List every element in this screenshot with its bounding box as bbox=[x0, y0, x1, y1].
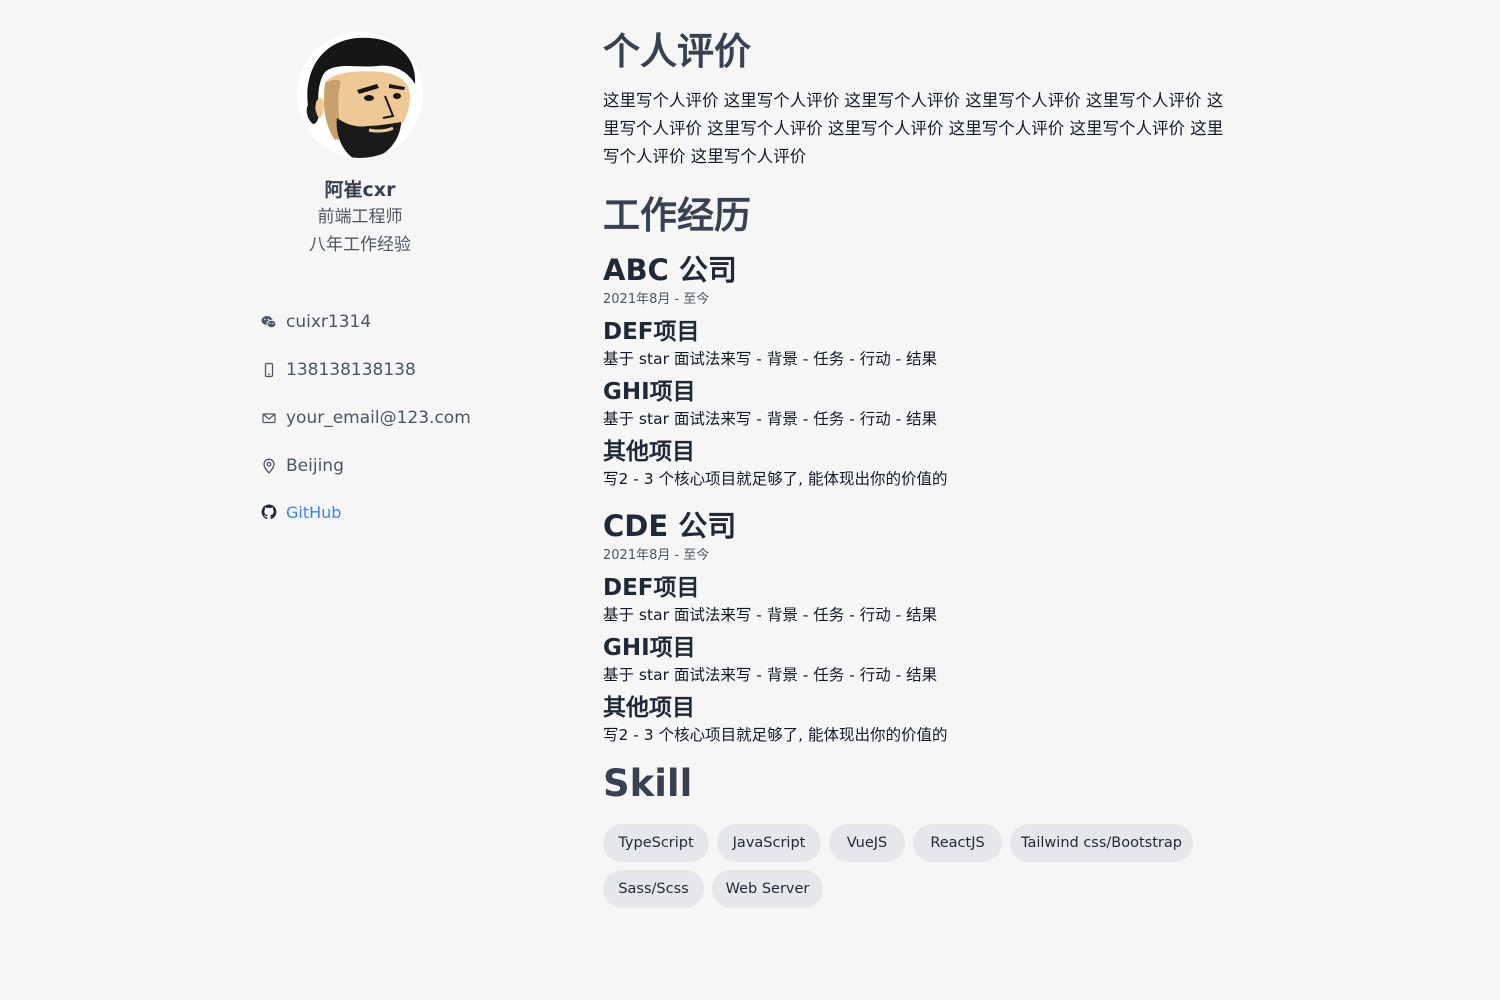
wechat-icon bbox=[261, 314, 277, 330]
skill-tag: Web Server bbox=[712, 870, 823, 908]
project-description: 写2 - 3 个核心项目就足够了, 能体现出你的价值的 bbox=[603, 470, 948, 488]
skill-tag: VueJS bbox=[829, 824, 905, 862]
skill-tag: JavaScript bbox=[717, 824, 821, 862]
profile-role: 前端工程师 bbox=[317, 207, 403, 227]
contact-wechat: cuixr1314 bbox=[261, 310, 371, 334]
project-title: DEF项目 bbox=[603, 319, 700, 345]
project-description: 写2 - 3 个核心项目就足够了, 能体现出你的价值的 bbox=[603, 726, 948, 744]
map-pin-icon bbox=[261, 458, 277, 474]
resume-page: 阿崔cxr 前端工程师 八年工作经验 cuixr1314 13813813813… bbox=[0, 0, 1500, 1000]
project-title: GHI项目 bbox=[603, 635, 696, 661]
company-period: 2021年8月 - 至今 bbox=[603, 548, 710, 563]
project-description: 基于 star 面试法来写 - 背景 - 任务 - 行动 - 结果 bbox=[603, 666, 938, 684]
profile-experience: 八年工作经验 bbox=[309, 235, 411, 255]
project-title: GHI项目 bbox=[603, 379, 696, 405]
contact-github: GitHub bbox=[261, 500, 341, 524]
github-link[interactable]: GitHub bbox=[286, 503, 341, 522]
contact-phone: 138138138138 bbox=[261, 358, 416, 382]
phone-number: 138138138138 bbox=[286, 360, 416, 380]
company-name: CDE 公司 bbox=[603, 509, 737, 543]
company-name: ABC 公司 bbox=[603, 253, 737, 287]
project-description: 基于 star 面试法来写 - 背景 - 任务 - 行动 - 结果 bbox=[603, 350, 938, 368]
skill-tag: TypeScript bbox=[603, 824, 709, 862]
github-icon bbox=[261, 504, 277, 520]
project-description: 基于 star 面试法来写 - 背景 - 任务 - 行动 - 结果 bbox=[603, 410, 938, 428]
project-title: 其他项目 bbox=[603, 695, 695, 721]
mail-icon bbox=[261, 410, 277, 426]
experience-heading: 工作经历 bbox=[603, 194, 751, 237]
skill-tag: Sass/Scss bbox=[603, 870, 704, 908]
contact-location: Beijing bbox=[261, 454, 344, 478]
wechat-id: cuixr1314 bbox=[286, 312, 372, 332]
skills-heading: Skill bbox=[603, 762, 693, 805]
skill-tag: Tailwind css/Bootstrap bbox=[1010, 824, 1193, 862]
email-address: your_email@123.com bbox=[286, 408, 471, 428]
project-title: DEF项目 bbox=[603, 575, 700, 601]
project-title: 其他项目 bbox=[603, 439, 695, 465]
skill-tag: ReactJS bbox=[913, 824, 1002, 862]
phone-icon bbox=[261, 362, 277, 378]
avatar bbox=[297, 32, 423, 158]
contact-email: your_email@123.com bbox=[261, 406, 471, 430]
summary-text: 这里写个人评价 这里写个人评价 这里写个人评价 这里写个人评价 这里写个人评价 … bbox=[603, 91, 1224, 166]
summary-heading: 个人评价 bbox=[603, 30, 751, 73]
company-period: 2021年8月 - 至今 bbox=[603, 292, 710, 307]
project-description: 基于 star 面试法来写 - 背景 - 任务 - 行动 - 结果 bbox=[603, 606, 938, 624]
location-text: Beijing bbox=[286, 456, 344, 476]
profile-name: 阿崔cxr bbox=[324, 179, 396, 201]
